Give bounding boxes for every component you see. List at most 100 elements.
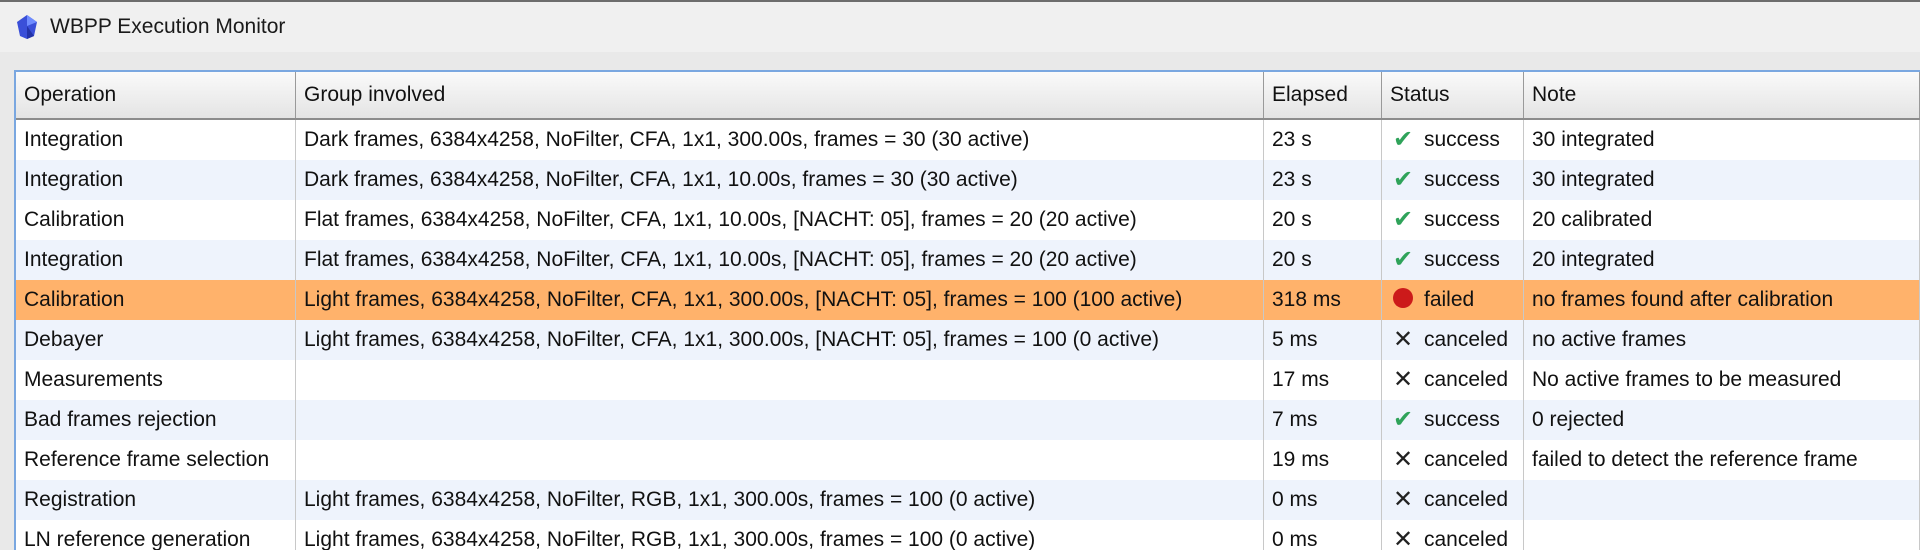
elapsed-cell: 23 s xyxy=(1264,120,1382,160)
window-title: WBPP Execution Monitor xyxy=(50,15,286,38)
status-label: canceled xyxy=(1424,368,1509,391)
note-cell xyxy=(1524,520,1920,550)
elapsed-cell: 20 s xyxy=(1264,240,1382,280)
title-bar: WBPP Execution Monitor xyxy=(0,0,1920,52)
group-cell: Light frames, 6384x4258, NoFilter, RGB, … xyxy=(296,520,1264,550)
group-cell xyxy=(296,400,1264,440)
operation-cell: Calibration xyxy=(16,280,296,320)
elapsed-cell: 19 ms xyxy=(1264,440,1382,480)
status-label: success xyxy=(1424,208,1500,231)
status-cell: ✕ canceled xyxy=(1382,480,1524,520)
status-label: success xyxy=(1424,408,1500,431)
status-cell: ✔ success xyxy=(1382,400,1524,440)
column-header-group[interactable]: Group involved xyxy=(296,72,1264,118)
group-cell: Flat frames, 6384x4258, NoFilter, CFA, 1… xyxy=(296,200,1264,240)
table-row[interactable]: Integration Flat frames, 6384x4258, NoFil… xyxy=(16,240,1920,280)
operation-cell: Integration xyxy=(16,120,296,160)
status-cell: ✕ canceled xyxy=(1382,320,1524,360)
status-cell: ✕ canceled xyxy=(1382,440,1524,480)
table-row[interactable]: LN reference generation Light frames, 638… xyxy=(16,520,1920,550)
note-cell: 30 integrated xyxy=(1524,120,1920,160)
note-cell: 0 rejected xyxy=(1524,400,1920,440)
x-icon: ✕ xyxy=(1392,486,1414,513)
elapsed-cell: 23 s xyxy=(1264,160,1382,200)
elapsed-cell: 318 ms xyxy=(1264,280,1382,320)
status-cell: ✔ success xyxy=(1382,120,1524,160)
operation-cell: Debayer xyxy=(16,320,296,360)
status-label: failed xyxy=(1424,288,1475,311)
group-cell: Light frames, 6384x4258, NoFilter, CFA, … xyxy=(296,280,1264,320)
elapsed-cell: 7 ms xyxy=(1264,400,1382,440)
table-row[interactable]: Integration Dark frames, 6384x4258, NoFil… xyxy=(16,160,1920,200)
table-row[interactable]: Debayer Light frames, 6384x4258, NoFilter… xyxy=(16,320,1920,360)
table-row[interactable]: Calibration Light frames, 6384x4258, NoFi… xyxy=(16,280,1920,320)
group-cell: Flat frames, 6384x4258, NoFilter, CFA, 1… xyxy=(296,240,1264,280)
table-row[interactable]: Integration Dark frames, 6384x4258, NoFil… xyxy=(16,120,1920,160)
table-row[interactable]: Registration Light frames, 6384x4258, NoF… xyxy=(16,480,1920,520)
status-label: canceled xyxy=(1424,448,1509,471)
elapsed-cell: 20 s xyxy=(1264,200,1382,240)
x-icon: ✕ xyxy=(1392,326,1414,353)
operation-cell: Integration xyxy=(16,160,296,200)
note-cell: failed to detect the reference frame xyxy=(1524,440,1920,480)
app-logo-icon xyxy=(17,15,37,39)
column-header-operation[interactable]: Operation xyxy=(16,72,296,118)
elapsed-cell: 0 ms xyxy=(1264,480,1382,520)
group-cell: Dark frames, 6384x4258, NoFilter, CFA, 1… xyxy=(296,160,1264,200)
note-cell: 30 integrated xyxy=(1524,160,1920,200)
note-cell: 20 integrated xyxy=(1524,240,1920,280)
table-row[interactable]: Bad frames rejection 7 ms ✔ success 0 reject… xyxy=(16,400,1920,440)
status-cell: ✔ success xyxy=(1382,240,1524,280)
operation-cell: Calibration xyxy=(16,200,296,240)
operation-cell: Integration xyxy=(16,240,296,280)
status-cell: failed xyxy=(1382,280,1524,320)
note-cell: no active frames xyxy=(1524,320,1920,360)
check-icon: ✔ xyxy=(1392,246,1414,273)
note-cell xyxy=(1524,480,1920,520)
column-header-note[interactable]: Note xyxy=(1524,72,1920,118)
status-cell: ✔ success xyxy=(1382,200,1524,240)
operation-cell: Bad frames rejection xyxy=(16,400,296,440)
status-label: canceled xyxy=(1424,488,1509,511)
status-label: success xyxy=(1424,128,1500,151)
x-icon: ✕ xyxy=(1392,526,1414,550)
x-icon: ✕ xyxy=(1392,446,1414,473)
check-icon: ✔ xyxy=(1392,406,1414,433)
status-cell: ✔ success xyxy=(1382,160,1524,200)
check-icon: ✔ xyxy=(1392,126,1414,153)
elapsed-cell: 17 ms xyxy=(1264,360,1382,400)
operation-cell: Reference frame selection xyxy=(16,440,296,480)
group-cell: Light frames, 6384x4258, NoFilter, RGB, … xyxy=(296,480,1264,520)
table-header: Operation Group involved Elapsed Status … xyxy=(16,72,1920,120)
red-dot-icon xyxy=(1390,287,1416,313)
status-cell: ✕ canceled xyxy=(1382,520,1524,550)
status-label: canceled xyxy=(1424,328,1509,351)
column-header-status[interactable]: Status xyxy=(1382,72,1524,118)
group-cell: Light frames, 6384x4258, NoFilter, CFA, … xyxy=(296,320,1264,360)
group-cell: Dark frames, 6384x4258, NoFilter, CFA, 1… xyxy=(296,120,1264,160)
status-label: canceled xyxy=(1424,528,1509,550)
note-cell: 20 calibrated xyxy=(1524,200,1920,240)
table-row[interactable]: Calibration Flat frames, 6384x4258, NoFil… xyxy=(16,200,1920,240)
note-cell: no frames found after calibration xyxy=(1524,280,1920,320)
operation-cell: LN reference generation xyxy=(16,520,296,550)
operation-cell: Measurements xyxy=(16,360,296,400)
column-header-elapsed[interactable]: Elapsed xyxy=(1264,72,1382,118)
table-body: Integration Dark frames, 6384x4258, NoFil… xyxy=(16,120,1920,550)
check-icon: ✔ xyxy=(1392,166,1414,193)
x-icon: ✕ xyxy=(1392,366,1414,393)
note-cell: No active frames to be measured xyxy=(1524,360,1920,400)
table-row[interactable]: Measurements 17 ms ✕ canceled No active fram… xyxy=(16,360,1920,400)
elapsed-cell: 0 ms xyxy=(1264,520,1382,550)
status-label: success xyxy=(1424,248,1500,271)
group-cell xyxy=(296,360,1264,400)
elapsed-cell: 5 ms xyxy=(1264,320,1382,360)
execution-table: Operation Group involved Elapsed Status … xyxy=(14,70,1920,550)
group-cell xyxy=(296,440,1264,480)
operation-cell: Registration xyxy=(16,480,296,520)
status-cell: ✕ canceled xyxy=(1382,360,1524,400)
execution-monitor-window: WBPP Execution Monitor Operation Group i… xyxy=(0,0,1920,550)
check-icon: ✔ xyxy=(1392,206,1414,233)
table-row[interactable]: Reference frame selection 19 ms ✕ canceled f… xyxy=(16,440,1920,480)
status-label: success xyxy=(1424,168,1500,191)
